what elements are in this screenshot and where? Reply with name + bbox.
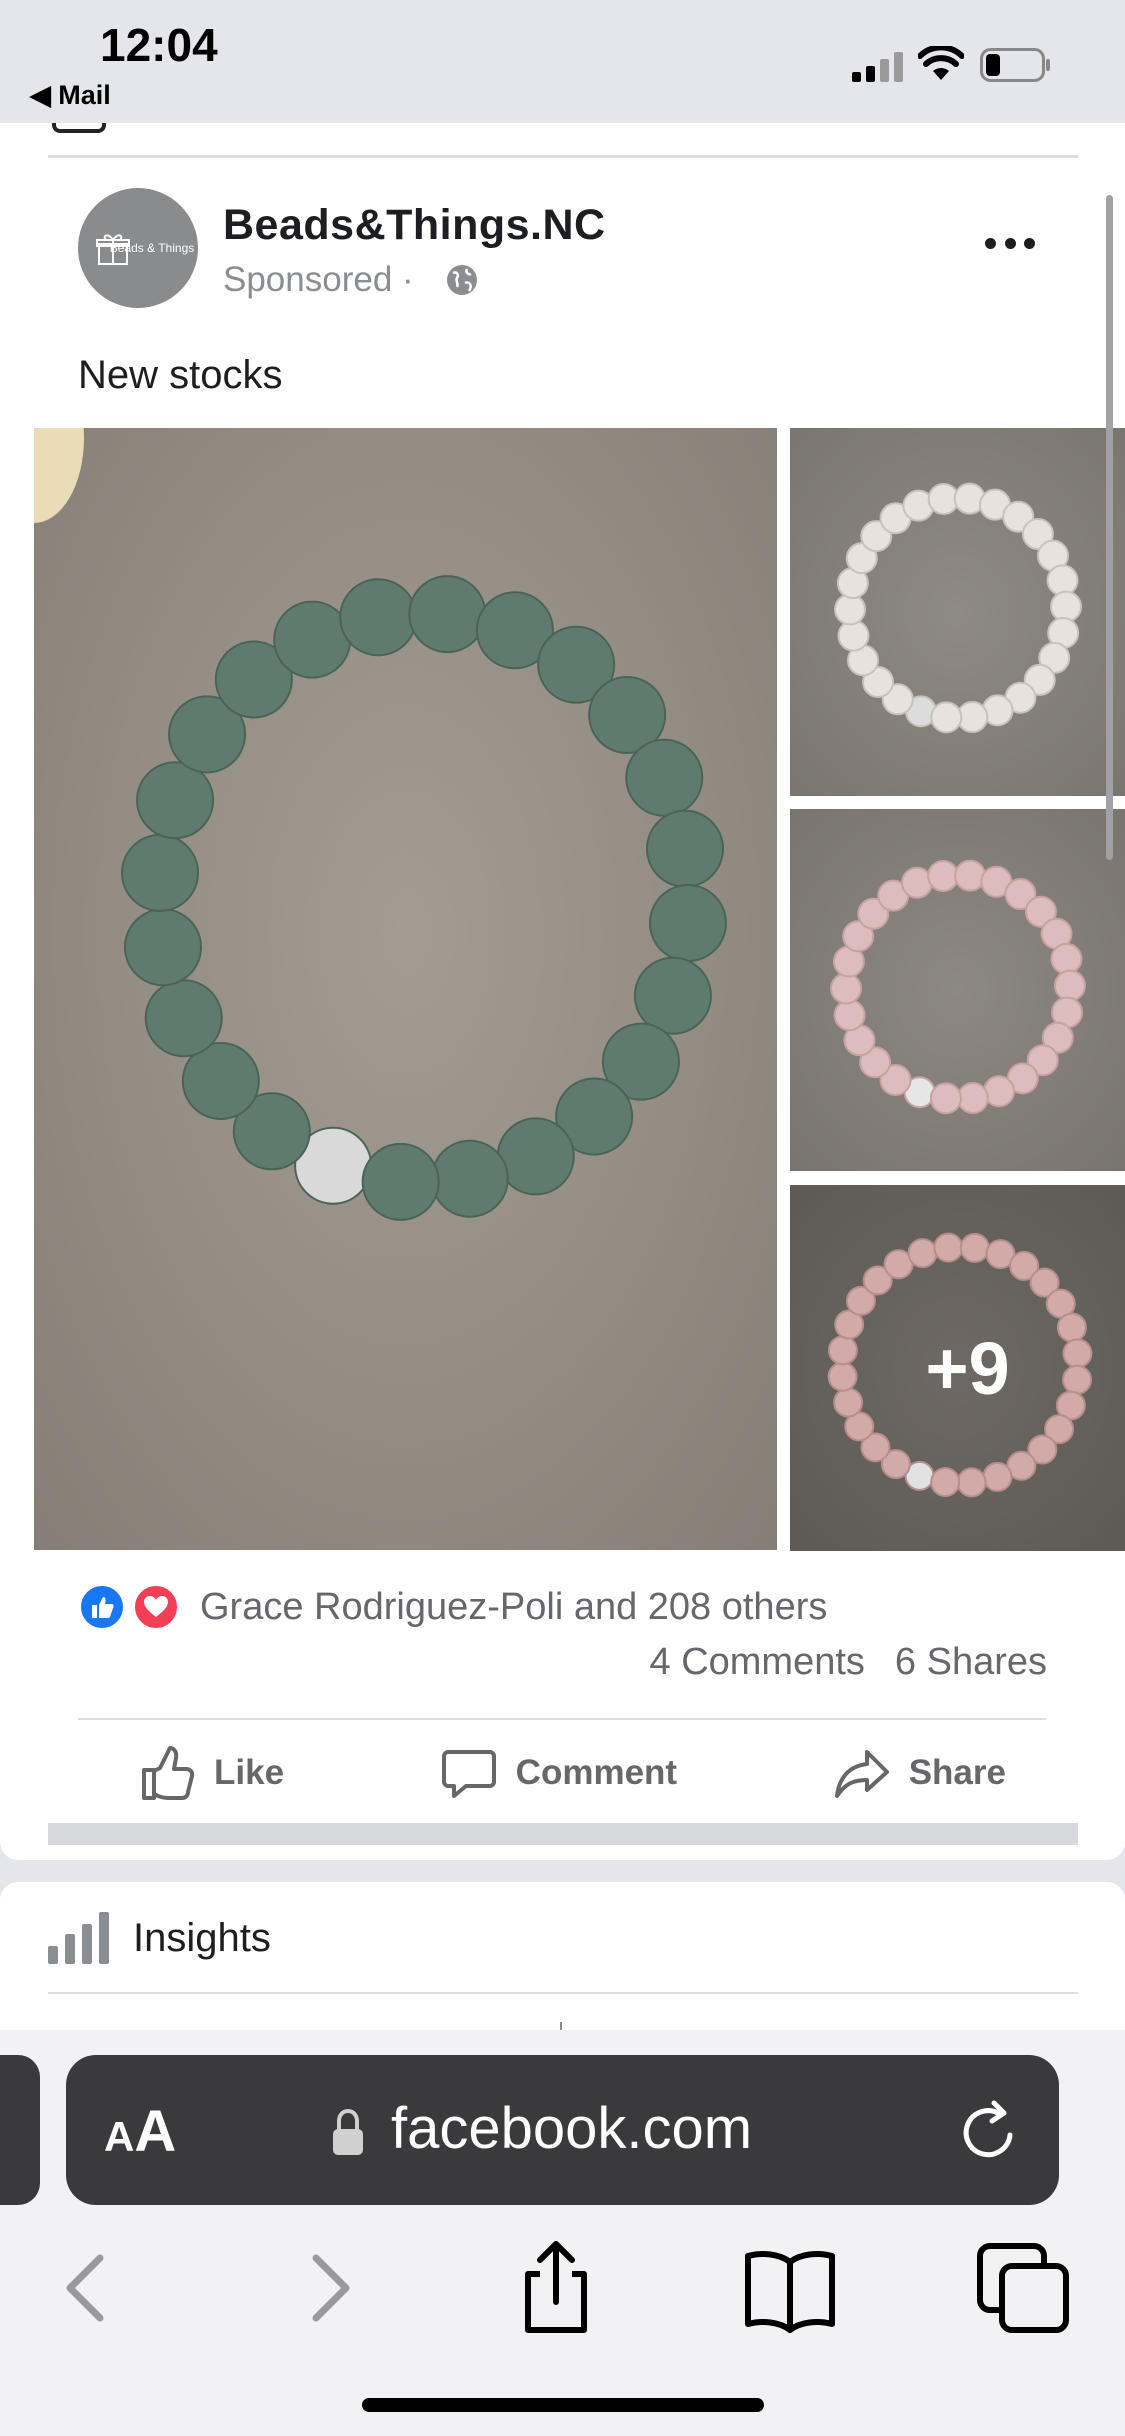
white-bracelet-image <box>834 482 1082 734</box>
reactions-summary[interactable]: Grace Rodriguez-Poli and 208 others <box>78 1583 827 1631</box>
url-text: facebook.com <box>391 2096 753 2161</box>
back-chevron-icon[interactable] <box>38 2240 138 2335</box>
globe-icon <box>447 265 477 295</box>
dot-icon <box>985 237 996 249</box>
gift-icon <box>96 234 130 265</box>
comment-bubble-icon <box>441 1750 496 1798</box>
like-button[interactable]: Like <box>138 1744 284 1802</box>
more-options-button[interactable] <box>975 223 1045 263</box>
sponsored-label: Sponsored · <box>223 260 414 299</box>
share-icon[interactable] <box>506 2240 606 2335</box>
browser-toolbar <box>0 2230 1125 2340</box>
like-label: Like <box>214 1753 285 1792</box>
bookmarks-book-icon[interactable] <box>740 2240 840 2335</box>
status-bar: 12:04 ◀ Mail <box>0 0 1125 123</box>
address-bar[interactable]: AA facebook.com <box>66 2055 1059 2205</box>
photo-thumbnail-more[interactable]: +9 <box>790 1185 1125 1551</box>
status-time: 12:04 <box>100 19 218 71</box>
wifi-icon <box>918 46 964 80</box>
post-actions-bar: Like Comment Share <box>78 1733 1046 1813</box>
section-separator <box>48 1823 1078 1845</box>
battery-icon <box>980 48 1050 82</box>
like-reaction-icon <box>78 1583 126 1631</box>
thumbs-up-icon <box>142 1746 195 1800</box>
page-name-link[interactable]: Beads&Things.NC <box>223 201 606 250</box>
comments-count-link[interactable]: 4 Comments <box>650 1641 865 1684</box>
browser-bottom-bar: AA facebook.com <box>0 2030 1125 2436</box>
top-divider <box>48 155 1078 158</box>
bar-chart-icon <box>48 1912 109 1964</box>
reactions-text: Grace Rodriguez-Poli and 208 others <box>200 1585 828 1628</box>
tabs-icon[interactable] <box>974 2240 1074 2335</box>
more-photos-count: +9 <box>925 1326 1010 1410</box>
post-text: New stocks <box>78 353 283 397</box>
shares-count-link[interactable]: 6 Shares <box>895 1641 1047 1684</box>
photo-main-jade-bracelet[interactable] <box>34 428 777 1550</box>
actions-divider <box>78 1718 1046 1720</box>
previous-tab-preview[interactable] <box>0 2055 40 2205</box>
aa-small-letter: A <box>104 2113 135 2160</box>
reload-icon[interactable] <box>954 2097 1024 2167</box>
insights-label: Insights <box>133 1916 271 1960</box>
page-avatar[interactable]: Beads & Things <box>78 188 198 308</box>
insights-divider <box>48 1992 1078 1994</box>
scrollbar[interactable] <box>1106 195 1113 860</box>
share-arrow-icon <box>834 1750 889 1798</box>
share-label: Share <box>908 1753 1006 1792</box>
forward-chevron-icon[interactable] <box>278 2240 378 2335</box>
text-size-button[interactable]: AA <box>104 2098 176 2165</box>
cellular-signal-icon <box>852 52 903 82</box>
previous-post-icon-remnant <box>52 123 106 133</box>
home-indicator[interactable] <box>362 2398 764 2412</box>
engagement-counts: 4 Comments 6 Shares <box>650 1641 1048 1684</box>
screen: 12:04 ◀ Mail Beads & Things Beads&Things… <box>0 0 1125 2436</box>
sponsored-post-card: Beads & Things Beads&Things.NC Sponsored… <box>0 123 1125 1860</box>
dot-icon <box>1024 237 1035 249</box>
comment-button[interactable]: Comment <box>440 1744 677 1802</box>
lock-icon <box>333 2108 363 2155</box>
photo-thumbnail-rose-quartz-bracelet[interactable] <box>790 809 1125 1171</box>
photo-thumbnail-white-bracelet[interactable] <box>790 428 1125 796</box>
love-reaction-icon <box>132 1583 180 1631</box>
dot-icon <box>1004 237 1016 249</box>
insights-card[interactable]: Insights <box>0 1882 1125 2032</box>
comment-label: Comment <box>515 1753 678 1792</box>
rose-quartz-bracelet-image <box>830 859 1086 1115</box>
share-button[interactable]: Share <box>833 1744 1006 1802</box>
aa-big-letter: A <box>134 2099 177 2164</box>
back-to-mail-link[interactable]: ◀ Mail <box>30 80 111 111</box>
jade-bracelet-image <box>34 428 727 1221</box>
